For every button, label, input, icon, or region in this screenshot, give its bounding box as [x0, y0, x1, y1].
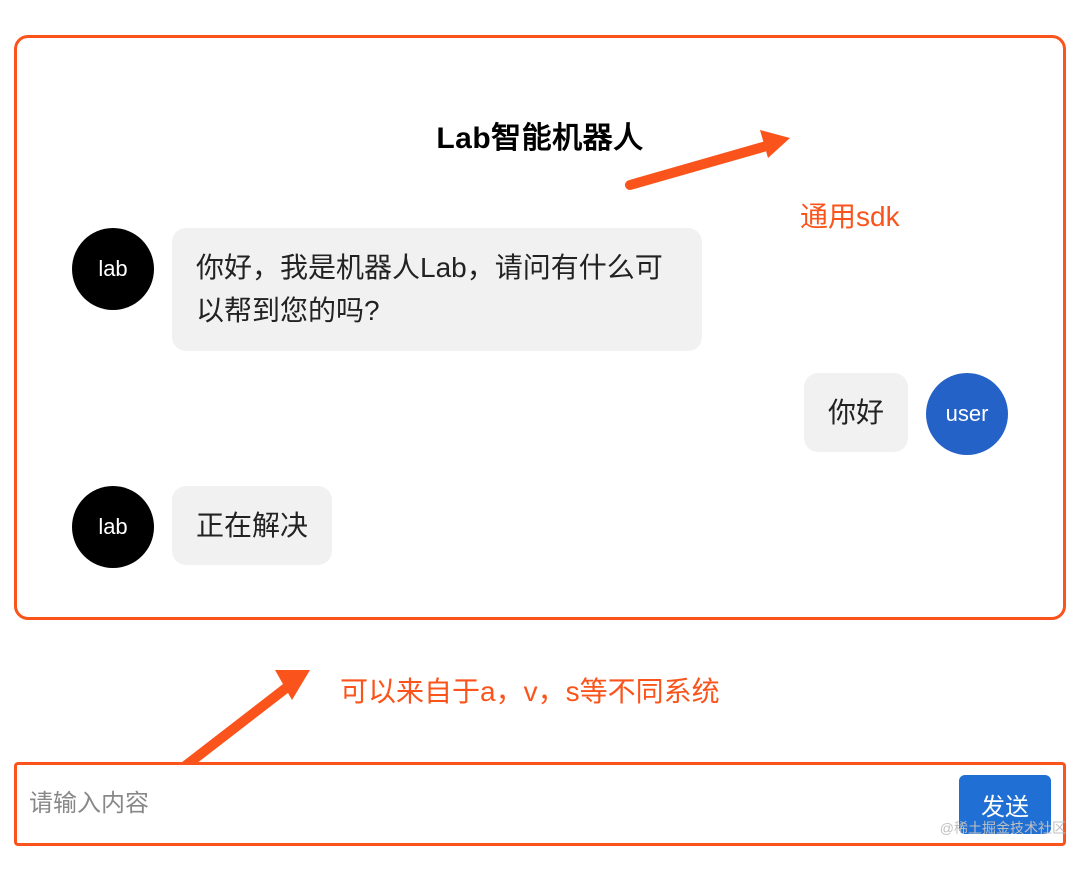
message-bubble: 你好，我是机器人Lab，请问有什么可以帮到您的吗? [172, 228, 702, 351]
avatar-lab: lab [72, 228, 154, 310]
avatar-lab: lab [72, 486, 154, 568]
avatar-user: user [926, 373, 1008, 455]
message-bubble: 正在解决 [172, 486, 332, 565]
arrow-icon [610, 130, 790, 200]
message-input[interactable] [25, 782, 959, 826]
input-panel: 发送 [14, 762, 1066, 846]
message-bubble: 你好 [804, 373, 908, 452]
message-row-bot-1: lab 你好，我是机器人Lab，请问有什么可以帮到您的吗? [72, 228, 702, 351]
chat-panel: Lab智能机器人 lab 你好，我是机器人Lab，请问有什么可以帮到您的吗? u… [14, 35, 1066, 620]
message-row-user-1: user 你好 [804, 373, 1008, 455]
chat-title: Lab智能机器人 [17, 113, 1063, 157]
annotation-source-label: 可以来自于a，v，s等不同系统 [340, 670, 720, 710]
message-row-bot-2: lab 正在解决 [72, 486, 332, 568]
watermark: @稀土掘金技术社区 [940, 818, 1066, 838]
annotation-sdk-label: 通用sdk [800, 195, 900, 235]
